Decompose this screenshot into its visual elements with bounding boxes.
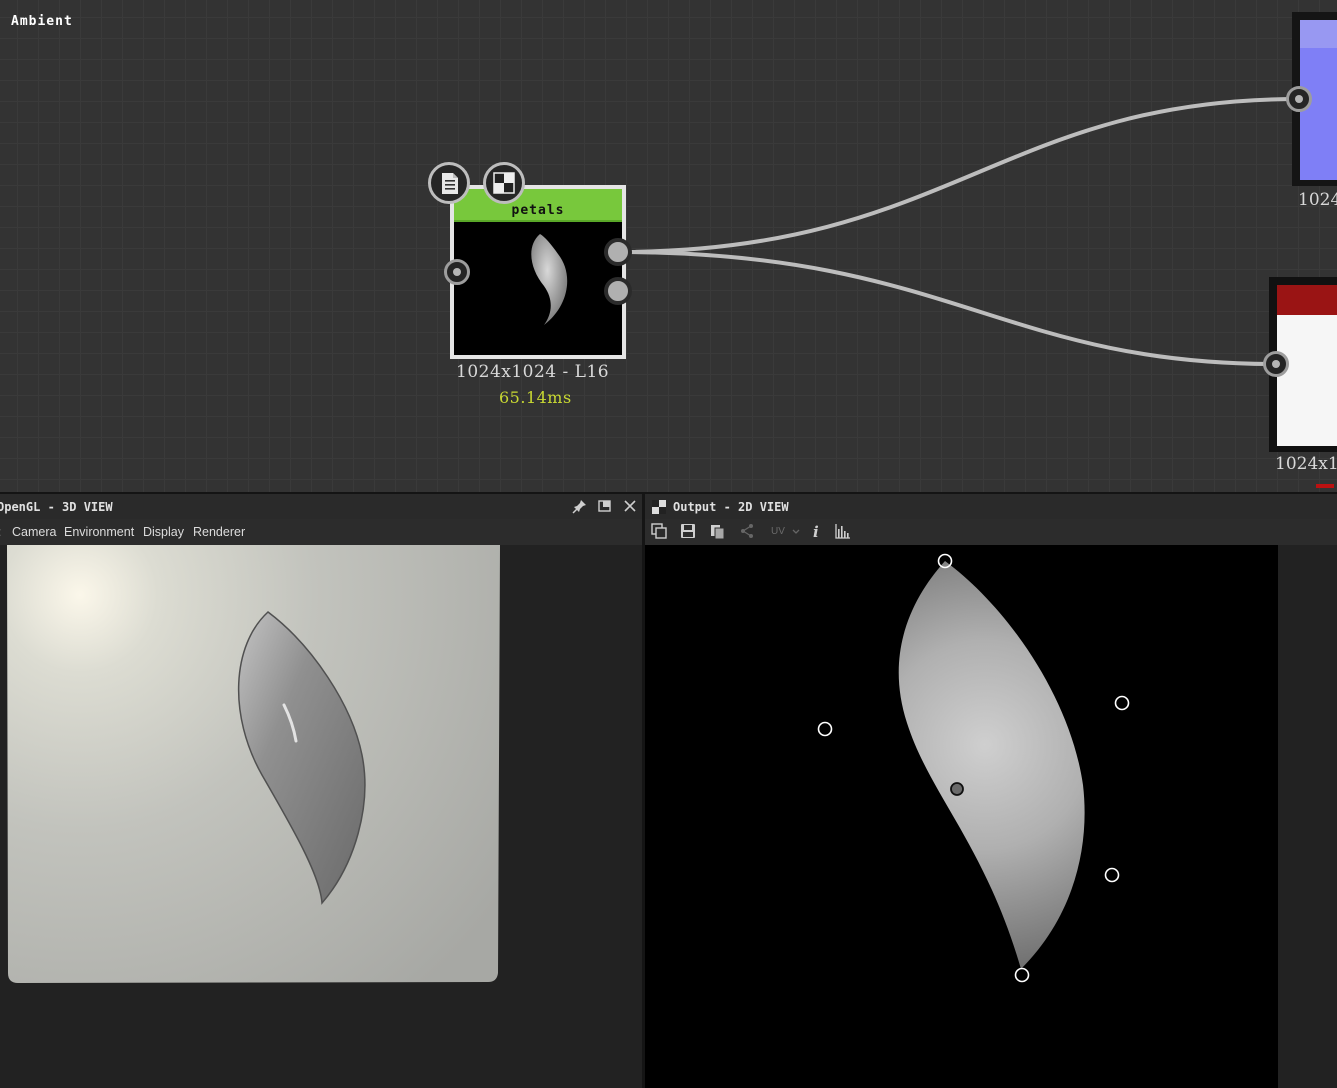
node-resolution: 1024 (1298, 190, 1337, 210)
2d-render (817, 553, 1130, 983)
view3d-viewport[interactable] (0, 545, 642, 1088)
menu-camera[interactable]: Camera (12, 525, 56, 539)
checkerboard-icon (652, 500, 666, 514)
svg-text:i: i (813, 523, 819, 539)
share-icon[interactable] (739, 523, 755, 539)
save-icon[interactable] (680, 523, 696, 539)
control-point-bottom (1014, 967, 1030, 983)
node-title: Ambient (11, 14, 73, 29)
node-header (1300, 20, 1337, 48)
view2d-toolbar: UV i (645, 519, 1337, 545)
pin-icon[interactable] (572, 498, 588, 514)
node-title: petals (511, 203, 565, 218)
histogram-icon[interactable] (835, 523, 851, 539)
node-compute-time: 65.14ms (499, 388, 572, 407)
view2d-viewport[interactable] (645, 545, 1337, 1088)
2d-leaf-shape (898, 561, 1085, 969)
control-point-center (950, 782, 964, 796)
node-graph[interactable]: petals 1024x1024 - L16 65.14ms 1024 Ambi… (0, 0, 1337, 492)
node-thumbnail (531, 234, 568, 325)
petals-output-port-2[interactable] (604, 277, 632, 305)
panel-title: OpenGL - 3D VIEW (0, 500, 113, 514)
view2d-titlebar: Output - 2D VIEW (645, 494, 1337, 519)
3d-plate (7, 545, 500, 983)
normal-input-port[interactable] (1286, 86, 1312, 112)
ambient-input-port[interactable] (1263, 351, 1289, 377)
chevron-down-icon[interactable] (791, 523, 801, 539)
wire-petals-to-normal (617, 97, 1299, 254)
menu-environment[interactable]: Environment (64, 525, 134, 539)
node-resolution: 1024x1 (1275, 454, 1337, 474)
control-point-right-bottom (1104, 867, 1120, 883)
3d-render (7, 545, 500, 983)
maximize-icon[interactable] (597, 498, 613, 514)
error-indicator (1316, 484, 1334, 488)
petals-input-port[interactable] (444, 259, 470, 285)
wire-petals-to-ambient (617, 250, 1277, 366)
checkerboard-icon[interactable] (483, 162, 525, 204)
view3d-menubar: : Camera Environment Display Renderer (0, 519, 642, 545)
copy-view-icon[interactable] (651, 523, 667, 539)
node-thumbnail (1277, 315, 1337, 446)
connection-wires (617, 97, 1299, 366)
close-icon[interactable] (622, 498, 638, 514)
panel-title: Output - 2D VIEW (673, 500, 789, 514)
node-header (1277, 285, 1337, 315)
node-resolution: 1024x1024 - L16 (456, 362, 610, 382)
view3d-titlebar: OpenGL - 3D VIEW (0, 494, 642, 519)
info-icon[interactable]: i (808, 523, 824, 539)
2d-canvas[interactable] (645, 545, 1278, 1088)
menu-display[interactable]: Display (143, 525, 184, 539)
control-point-right-top (1114, 695, 1130, 711)
menu-renderer[interactable]: Renderer (193, 525, 245, 539)
control-point-left (817, 721, 833, 737)
menu-overflow-marker: : (0, 525, 1, 539)
document-icon[interactable] (428, 162, 470, 204)
clipboard-icon[interactable] (709, 523, 725, 539)
petals-output-port-1[interactable] (604, 238, 632, 266)
petals-node[interactable]: petals (450, 185, 626, 359)
uv-dropdown[interactable]: UV (771, 526, 785, 537)
